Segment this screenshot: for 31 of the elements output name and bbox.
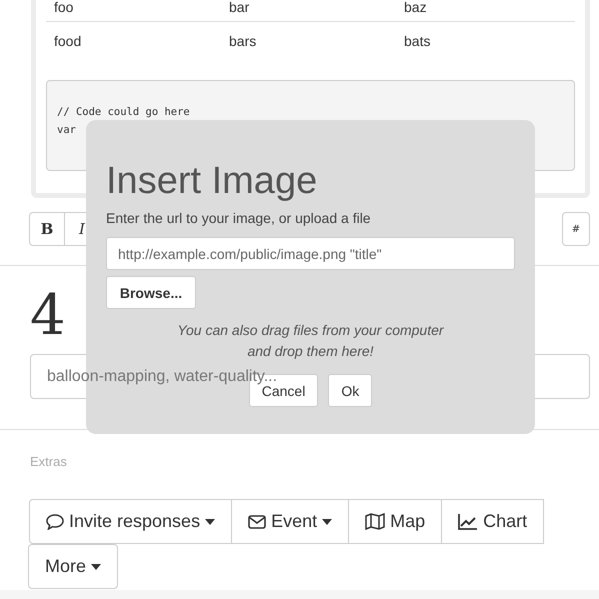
bold-button[interactable]: B xyxy=(29,212,65,246)
heading-button[interactable]: # xyxy=(562,212,590,246)
dialog-label: Enter the url to your image, or upload a file xyxy=(106,210,372,226)
table-cell-text: bars xyxy=(228,34,258,48)
table-cell-text: baz xyxy=(403,0,428,15)
code-line: // Code could go here xyxy=(57,105,191,120)
table-cell-text: bats xyxy=(403,34,432,48)
table-cell-text: foo xyxy=(53,0,74,15)
section-label: Extras xyxy=(29,453,68,469)
map-icon xyxy=(365,513,386,530)
step-number: 4 xyxy=(30,286,66,346)
caret-icon xyxy=(322,518,332,524)
extras-button[interactable]: Chart xyxy=(441,499,544,544)
extras-button[interactable]: Event xyxy=(231,499,350,544)
line-chart-icon xyxy=(458,513,478,530)
drop-hint: You can also drag files from your computer xyxy=(176,321,445,340)
drop-hint: and drop them here! xyxy=(246,342,375,361)
envelope-icon xyxy=(248,514,266,528)
code-line: var xyxy=(57,123,77,138)
table-cell-text: bar xyxy=(228,0,250,15)
caret-icon xyxy=(91,564,102,570)
browse-button[interactable]: Browse... xyxy=(106,276,196,309)
dialog-title: Insert Image xyxy=(106,159,318,204)
table-cell-text: food xyxy=(53,34,82,48)
caret-icon xyxy=(205,518,216,524)
speech-bubble-icon xyxy=(46,514,64,530)
extras-button[interactable]: More xyxy=(28,544,118,589)
extras-button[interactable]: Map xyxy=(348,499,442,544)
dialog-button[interactable]: Ok xyxy=(328,374,372,407)
url-field[interactable]: http://example.com/public/image.png "title" xyxy=(106,237,515,270)
extras-button[interactable]: Invite responses xyxy=(29,499,232,544)
